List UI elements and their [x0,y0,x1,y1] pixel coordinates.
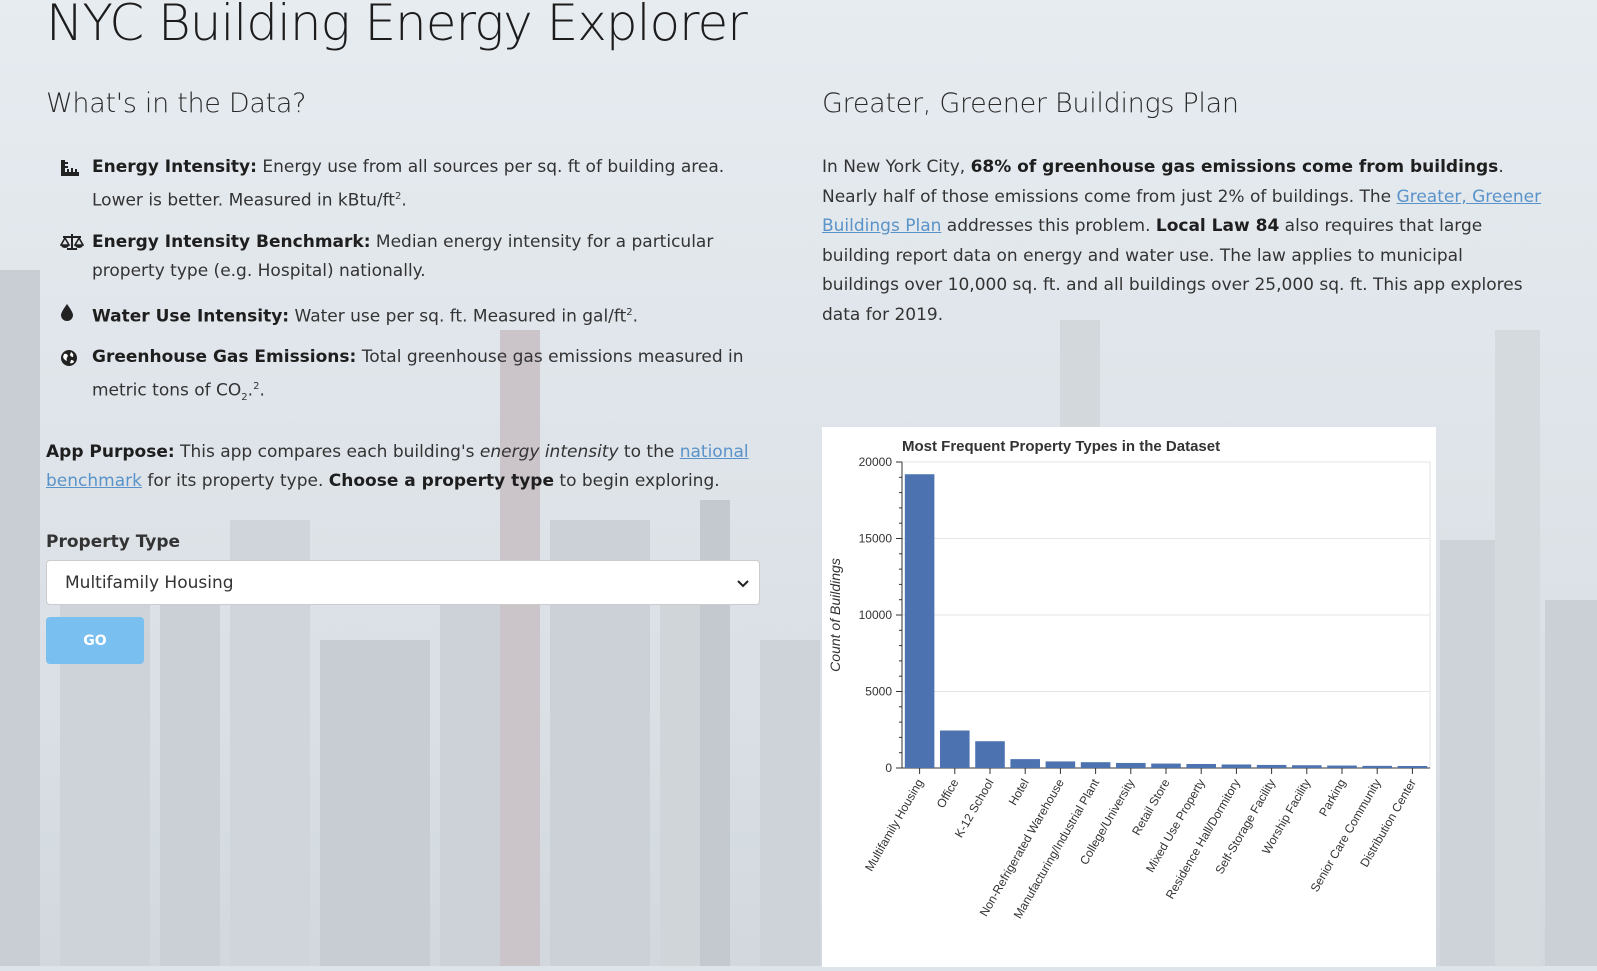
plan-heading: Greater, Greener Buildings Plan [822,88,1239,119]
y-tick-label: 5000 [865,685,892,699]
go-button[interactable]: GO [46,617,144,665]
balance-scale-icon [60,228,92,257]
bar [1045,761,1076,768]
term: Greenhouse Gas Emissions: [92,347,357,368]
chart-title: Most Frequent Property Types in the Data… [902,438,1220,455]
bar [1221,764,1252,768]
x-tick-label: Multifamily Housing [862,777,926,874]
selected-value: Multifamily Housing [65,572,234,593]
bar [1080,762,1111,768]
bar [904,474,935,768]
definition: Water use per sq. ft. Measured in gal/ft [289,306,627,327]
plan-section: Greater, Greener Buildings Plan In New Y… [822,88,1552,330]
data-section-heading: What's in the Data? [46,88,307,119]
property-types-chart: Most Frequent Property Types in the Data… [822,427,1436,967]
x-tick-label: Hotel [1006,777,1032,808]
list-item: Energy Intensity: Energy use from all so… [60,153,766,216]
property-type-label: Property Type [46,532,181,553]
definition-list: Energy Intensity: Energy use from all so… [60,153,766,412]
list-item: Greenhouse Gas Emissions: Total greenhou… [60,343,766,412]
y-axis-label: Count of Buildings [827,558,843,672]
term: Energy Intensity Benchmark: [92,231,371,252]
bar [1327,765,1357,768]
list-item: Water Use Intensity: Water use per sq. f… [60,298,766,332]
y-tick-label: 20000 [859,455,893,469]
chevron-down-icon [737,573,749,593]
bar [1256,764,1287,768]
bar [1292,765,1322,768]
plan-description: In New York City, 68% of greenhouse gas … [822,157,1542,325]
app-title: NYC Building Energy Explorer [46,0,748,52]
bar [1151,763,1181,768]
x-tick-label: Office [934,776,962,810]
list-item: Energy Intensity Benchmark: Median energ… [60,228,766,286]
x-tick-label: Parking [1316,777,1348,819]
bar [1397,766,1428,768]
y-tick-label: 0 [885,761,892,775]
y-tick-label: 15000 [859,532,893,546]
data-section: What's in the Data? Energy Intensity: En… [46,88,766,665]
purpose-label: App Purpose: [46,442,175,463]
property-type-select[interactable]: Multifamily Housing [46,560,760,606]
bar [1186,764,1216,768]
bar [940,730,970,768]
app-purpose: App Purpose: This app compares each buil… [46,442,749,492]
bar [1116,762,1146,768]
y-tick-label: 10000 [859,608,893,622]
ruler-icon [60,153,92,182]
bar-chart-svg: Most Frequent Property Types in the Data… [827,438,1431,921]
globe-icon [60,343,92,372]
term: Energy Intensity: [92,157,257,177]
term: Water Use Intensity: [92,306,290,327]
bar [1010,759,1040,768]
bar [1362,765,1392,768]
water-drop-icon [60,298,92,327]
bar [975,741,1005,768]
